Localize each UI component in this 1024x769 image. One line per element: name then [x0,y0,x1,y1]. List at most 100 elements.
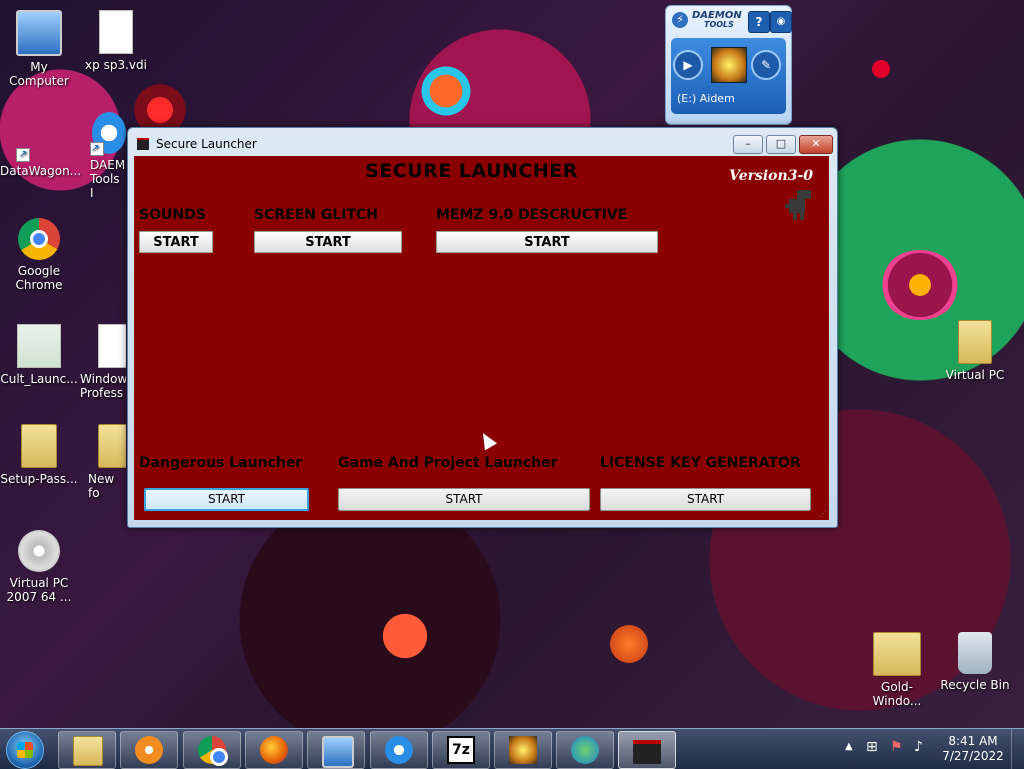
desktop-icon-label: Virtual PC 2007 64 ... [6,576,72,604]
maximize-button[interactable]: □ [766,135,796,154]
desktop-icon-virtual-pc[interactable]: Virtual PC [936,320,1014,382]
taskbar-file-explorer[interactable] [58,731,116,769]
section-label-license-key-generator: LICENSE KEY GENERATOR [600,455,801,471]
sounds-start-button[interactable]: START [139,231,213,253]
license-key-start-button[interactable]: START [600,488,811,511]
desktop-icon-label: My Computer [9,60,69,88]
network-globe-icon [571,736,599,764]
desktop-icon-label: Google Chrome [15,264,63,292]
taskbar-daemon-disk[interactable] [494,731,552,769]
desktop-icon-my-computer[interactable]: My Computer [0,10,78,88]
taskbar-7zip[interactable]: 7z [432,731,490,769]
desktop-icon-label: Window Profess [80,372,126,400]
screen-glitch-start-button[interactable]: START [254,231,402,253]
clock-time: 8:41 AM [948,734,998,748]
desktop-icon-windows-professional[interactable]: Window Profess [80,324,126,400]
daemon-tools-gadget: ⚡ DAEMON TOOLS ? ◉ ▶ ✎ (E:) Aidem [665,5,792,125]
datawagon-icon [16,118,60,162]
recycle-bin-icon [958,632,992,674]
taskbar-firefox[interactable] [245,731,303,769]
wallpaper-orb [880,250,960,320]
dangerous-launcher-start-button[interactable]: START [144,488,309,511]
desktop-icon-label: Cult_Launc... [0,372,78,386]
desktop-icon-label: Recycle Bin [940,678,1010,692]
daemon-tools-icon [90,112,126,156]
media-player-icon [135,736,163,764]
desktop-icon-new-folder[interactable]: New fo [84,424,126,500]
desktop-icon-setup-pass[interactable]: Setup-Pass... [0,424,78,486]
show-desktop-button[interactable] [1011,729,1024,769]
desktop-icon-chrome[interactable]: Google Chrome [0,218,78,292]
section-label-screen-glitch: SCREEN GLITCH [254,207,379,223]
secure-launcher-window: Secure Launcher – □ ✕ SECURE LAUNCHER Ve… [127,127,838,528]
close-button[interactable]: ✕ [799,135,833,154]
file-explorer-icon [73,736,103,766]
desktop-icon-daemon[interactable]: DAEM Tools I [80,112,126,200]
desktop-icon-label: DAEM Tools I [90,158,126,200]
app-icon [137,138,149,150]
secure-launcher-icon [633,740,661,764]
folder-icon [98,424,126,468]
desktop-icon-xp-vdi[interactable]: xp sp3.vdi [77,10,155,72]
folder-icon [958,320,992,364]
taskbar-clock[interactable]: 8:41 AM 7/27/2022 [940,734,1006,764]
wrench-icon[interactable]: ✎ [751,50,781,80]
minimize-button[interactable]: – [733,135,763,154]
memz-start-button[interactable]: START [436,231,658,253]
start-button[interactable] [6,731,44,769]
chrome-icon [198,736,228,766]
taskbar-media-player[interactable] [120,731,178,769]
game-project-launcher-start-button[interactable]: START [338,488,590,511]
computer-icon [16,10,62,56]
wallpaper-swirl [420,60,472,122]
show-hidden-icons-button[interactable]: ▲ [845,741,853,752]
desktop-icon-label: xp sp3.vdi [85,58,147,72]
desktop-icon-label: Gold-Windo... [872,680,922,708]
daemon-panel: ▶ ✎ (E:) Aidem [671,38,786,114]
desktop-icon-label: Virtual PC [945,368,1005,382]
taskbar-daemon-tools[interactable] [370,731,428,769]
title-bar[interactable]: Secure Launcher – □ ✕ [128,128,837,156]
taskbar: 7z ▲ ⊞ ⚑ ♪ 8:41 AM 7/27/2022 [0,728,1024,769]
taskbar-network-globe[interactable] [556,731,614,769]
section-label-dangerous-launcher: Dangerous Launcher [139,455,303,471]
folder-icon [21,424,57,468]
action-center-icon[interactable]: ⚑ [890,739,903,755]
file-icon [99,10,133,54]
desktop-icon-cult-launcher[interactable]: Cult_Launc... [0,324,78,386]
window-title: Secure Launcher [156,137,257,151]
document-icon [17,324,61,368]
taskbar-virtual-pc[interactable] [307,731,365,769]
wallpaper-orb [610,625,648,663]
disc-icon [18,530,60,572]
desktop-icon-gold-windows[interactable]: Gold-Windo... [858,632,936,708]
7zip-icon: 7z [447,736,475,764]
launcher-heading: SECURE LAUNCHER [365,160,578,182]
iso-folder-icon [873,632,921,676]
desktop-icon-recycle-bin[interactable]: Recycle Bin [936,632,1014,692]
rss-button[interactable]: ◉ [770,11,792,33]
clock-date: 7/27/2022 [942,749,1004,763]
desktop-icon-label: Setup-Pass... [0,472,78,486]
resize-grip[interactable]: ⋰ [819,510,827,518]
taskbar-chrome[interactable] [183,731,241,769]
daemon-tools-icon [385,736,413,764]
dinosaur-icon [785,190,811,220]
daemon-logo-icon: ⚡ [672,12,688,28]
daemon-brand: DAEMON TOOLS [692,10,742,30]
daemon-disk-icon [509,736,537,764]
mounted-disk-icon[interactable] [711,47,747,83]
network-tray-icon[interactable]: ⊞ [866,739,878,755]
play-icon[interactable]: ▶ [673,50,703,80]
file-icon [98,324,126,368]
taskbar-secure-launcher[interactable] [618,731,676,769]
desktop-icon-label: New fo [88,472,115,500]
wallpaper-orb [380,600,430,672]
launcher-client-area: SECURE LAUNCHER Version3-0 SOUNDS START … [134,156,829,520]
desktop-icon-label: DataWagon... [0,164,82,178]
help-button[interactable]: ? [748,11,770,33]
desktop-icon-datawagon[interactable]: DataWagon... [0,118,82,178]
volume-icon[interactable]: ♪ [914,739,923,755]
desktop-icon-virtual-pc-2007[interactable]: Virtual PC 2007 64 ... [0,530,78,604]
firefox-icon [260,736,288,764]
